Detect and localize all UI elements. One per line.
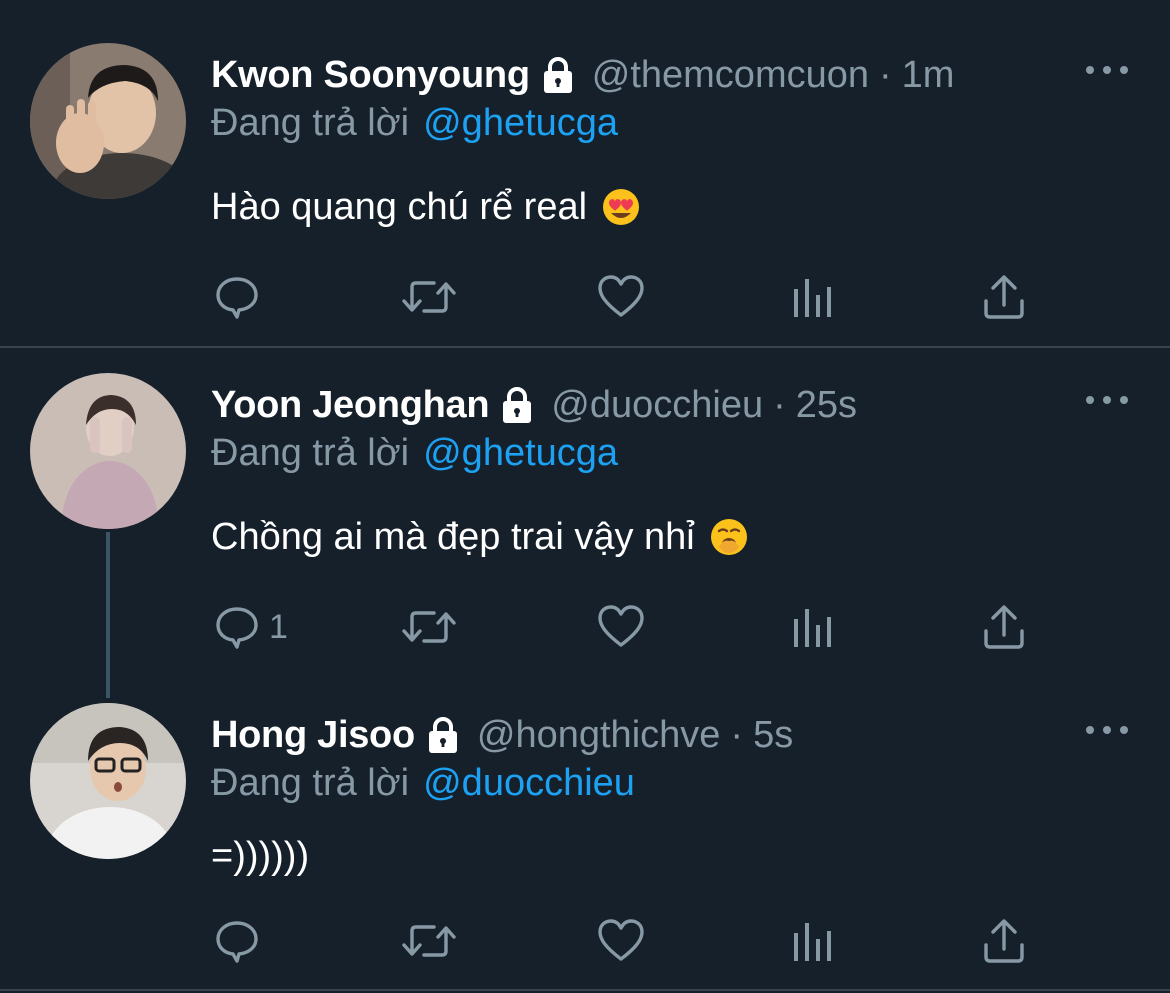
avatar[interactable] [30,373,186,529]
separator: · [879,53,892,96]
heart-eyes-emoji [601,187,641,227]
reply-icon [216,607,258,649]
lock-icon [538,55,578,95]
like-button[interactable] [597,916,645,966]
tweet[interactable]: Yoon Jeonghan @duocchieu · 25s Đang trả … [0,348,1170,678]
handle[interactable]: @hongthichve [477,714,721,757]
retweet-button[interactable] [400,602,458,652]
retweet-button[interactable] [400,272,458,322]
reply-button[interactable] [213,916,261,966]
retweet-icon [402,925,456,957]
reply-icon [216,921,258,963]
lock-icon [497,385,537,425]
timestamp[interactable]: 1m [902,54,955,97]
avatar[interactable] [30,43,186,199]
share-button[interactable] [982,602,1026,652]
display-name[interactable]: Yoon Jeonghan [211,384,490,427]
like-icon [598,275,644,317]
reply-prefix: Đang trả lời [211,431,410,474]
tweet-divider [0,989,1170,991]
tweet-text: =)))))) [211,831,309,881]
reply-prefix: Đang trả lời [211,101,410,144]
more-options-icon[interactable] [1086,60,1128,80]
like-icon [598,919,644,961]
tweet-text-content: =)))))) [211,834,310,877]
reply-icon [216,277,258,319]
handle[interactable]: @themcomcuon [592,54,869,97]
reply-context: Đang trả lời @ghetucga [211,98,618,148]
analytics-icon [794,279,831,317]
display-name[interactable]: Kwon Soonyoung [211,54,530,97]
share-button[interactable] [982,272,1026,322]
analytics-icon [794,609,831,647]
handle[interactable]: @duocchieu [551,384,763,427]
timestamp[interactable]: 25s [796,384,857,427]
display-name[interactable]: Hong Jisoo [211,714,415,757]
yawning-face-emoji [709,517,749,557]
reply-prefix: Đang trả lời [211,761,410,804]
reply-count: 1 [269,607,288,646]
tweet-text-content: Hào quang chú rể real [211,185,588,228]
share-icon [984,605,1024,649]
tweet-text-content: Chồng ai mà đẹp trai vậy nhỉ [211,515,695,558]
reply-context: Đang trả lời @ghetucga [211,428,618,478]
share-icon [984,275,1024,319]
reply-target-link[interactable]: @ghetucga [423,432,618,475]
share-button[interactable] [982,916,1026,966]
lock-icon [423,715,463,755]
analytics-button[interactable] [792,916,834,966]
analytics-icon [794,923,831,961]
more-options-icon[interactable] [1086,390,1128,410]
reply-button[interactable]: 1 [213,602,288,652]
tweet-header: Yoon Jeonghan @duocchieu · 25s [211,380,857,430]
tweet[interactable]: Kwon Soonyoung @themcomcuon · 1m Đang tr… [0,0,1170,346]
tweet[interactable]: Hong Jisoo @hongthichve · 5s Đang trả lờ… [0,678,1170,993]
reply-button[interactable] [213,272,261,322]
tweet-header: Hong Jisoo @hongthichve · 5s [211,710,793,760]
timeline: Kwon Soonyoung @themcomcuon · 1m Đang tr… [0,0,1170,993]
tweet-text: Hào quang chú rể real [211,182,641,232]
tweet-text: Chồng ai mà đẹp trai vậy nhỉ [211,512,749,562]
reply-context: Đang trả lời @duocchieu [211,758,635,808]
tweet-header: Kwon Soonyoung @themcomcuon · 1m [211,50,954,100]
reply-target-link[interactable]: @ghetucga [423,102,618,145]
like-button[interactable] [597,602,645,652]
separator: · [730,713,744,756]
analytics-button[interactable] [792,272,834,322]
retweet-button[interactable] [400,916,458,966]
reply-target-link[interactable]: @duocchieu [423,762,635,805]
more-options-icon[interactable] [1086,720,1128,740]
like-icon [598,605,644,647]
share-icon [984,919,1024,963]
timestamp[interactable]: 5s [753,714,793,757]
analytics-button[interactable] [792,602,834,652]
retweet-icon [402,611,456,643]
separator: · [773,383,786,426]
like-button[interactable] [597,272,645,322]
retweet-icon [402,281,456,313]
avatar[interactable] [30,703,186,859]
